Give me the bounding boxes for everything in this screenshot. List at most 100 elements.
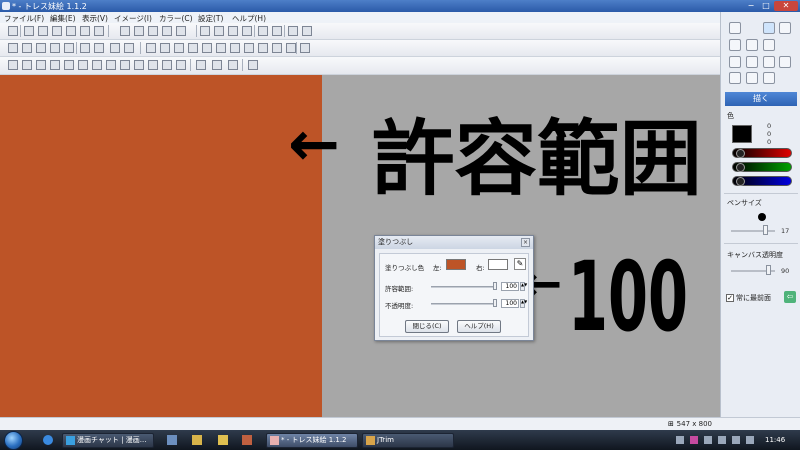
taskbar-item-jtrim[interactable]: JTrim [362, 433, 454, 448]
select-icon[interactable] [729, 56, 741, 68]
red-color-bar[interactable] [732, 148, 792, 158]
toolbar-button[interactable] [242, 26, 252, 36]
toolbar-button[interactable] [80, 43, 90, 53]
toolbar-button[interactable] [258, 43, 268, 53]
toolbar-button[interactable] [106, 60, 116, 70]
toolbar-button[interactable] [110, 43, 120, 53]
tray-icon-1[interactable] [676, 436, 684, 444]
paste-icon[interactable] [779, 56, 791, 68]
close-button[interactable]: ✕ [774, 1, 798, 11]
toolbar-button[interactable] [148, 26, 158, 36]
red-knob[interactable] [736, 149, 745, 158]
close-layer-icon[interactable] [763, 39, 775, 51]
toolbar-button[interactable] [160, 43, 170, 53]
toolbar-button[interactable] [216, 43, 226, 53]
right-color-swatch[interactable] [488, 259, 508, 270]
toolbar-button[interactable] [248, 60, 258, 70]
toolbar-button[interactable] [272, 43, 282, 53]
toolbar-button[interactable] [148, 60, 158, 70]
toolbar-button[interactable] [50, 43, 60, 53]
clear-icon[interactable] [746, 39, 758, 51]
toolbar-button[interactable] [78, 60, 88, 70]
toolbar-button[interactable] [302, 26, 312, 36]
folder-icon[interactable] [746, 72, 758, 84]
toolbar-button[interactable] [134, 26, 144, 36]
toolbar-button[interactable] [212, 60, 222, 70]
toolbar-button[interactable] [174, 43, 184, 53]
minimize-button[interactable]: − [744, 1, 758, 11]
pen-size-thumb[interactable] [763, 225, 768, 235]
toolbar-button[interactable] [8, 43, 18, 53]
toolbar-button[interactable] [258, 26, 268, 36]
canvas-area[interactable]: ← 許容範囲 ← 100 塗りつぶし × 塗りつぶし色 左: 右: ✎ 許容範囲… [0, 75, 720, 417]
current-color-swatch[interactable] [732, 125, 752, 143]
toolbar-button[interactable] [36, 60, 46, 70]
toolbar-button[interactable] [146, 43, 156, 53]
tolerance-spinner[interactable]: ▲▼ [520, 282, 527, 291]
dialog-help-button[interactable]: ヘルプ(H) [457, 320, 501, 333]
green-color-bar[interactable] [732, 162, 792, 172]
taskbar-item-chat[interactable]: 漫画チャット | 漫画... [62, 433, 154, 448]
toolbar-button[interactable] [300, 43, 310, 53]
quicklaunch-icon-4[interactable] [242, 435, 252, 445]
tray-icon-2[interactable] [690, 436, 698, 444]
quicklaunch-icon-1[interactable] [167, 435, 177, 445]
toolbar-button[interactable] [228, 60, 238, 70]
toolbar-button[interactable] [24, 26, 34, 36]
toolbar-button[interactable] [92, 60, 102, 70]
opacity-slider[interactable] [431, 303, 497, 305]
toolbar-button[interactable] [162, 26, 172, 36]
blue-color-bar[interactable] [732, 176, 792, 186]
tray-icon-6[interactable] [746, 436, 754, 444]
start-button[interactable] [4, 431, 23, 450]
copy-icon[interactable] [746, 56, 758, 68]
toolbar-button[interactable] [134, 60, 144, 70]
opacity-input[interactable]: 100 [501, 299, 519, 308]
blue-knob[interactable] [736, 177, 745, 186]
toolbar-button[interactable] [120, 26, 130, 36]
toolbar-button[interactable] [214, 26, 224, 36]
left-color-swatch[interactable] [446, 259, 466, 270]
arrow-left-green-icon[interactable]: ⇦ [784, 291, 796, 303]
scissors-icon[interactable] [763, 56, 775, 68]
toolbar-button[interactable] [162, 60, 172, 70]
toolbar-button[interactable] [124, 43, 134, 53]
toolbar-button[interactable] [94, 43, 104, 53]
eyedropper-icon[interactable]: ✎ [514, 258, 526, 270]
toolbar-button[interactable] [230, 43, 240, 53]
dialog-close-button[interactable]: 閉じる(C) [405, 320, 449, 333]
opacity-spinner[interactable]: ▲▼ [520, 299, 527, 308]
toolbar-button[interactable] [22, 60, 32, 70]
toolbar-button[interactable] [36, 43, 46, 53]
save-icon[interactable] [763, 72, 775, 84]
toolbar-button[interactable] [50, 60, 60, 70]
opacity-slider-thumb[interactable] [493, 299, 497, 307]
tolerance-slider[interactable] [431, 286, 497, 288]
pen-tool-icon[interactable] [729, 22, 741, 34]
network-icon[interactable] [718, 436, 726, 444]
undo-icon[interactable] [763, 22, 775, 34]
canvas-opacity-thumb[interactable] [766, 265, 771, 275]
draw-button[interactable]: 描く [725, 92, 797, 106]
eraser-icon[interactable] [729, 39, 741, 51]
tray-icon-3[interactable] [704, 436, 712, 444]
volume-icon[interactable] [732, 436, 740, 444]
toolbar-button[interactable] [94, 26, 104, 36]
redo-icon[interactable] [779, 22, 791, 34]
pen-size-slider[interactable] [731, 230, 775, 232]
toolbar-button[interactable] [288, 26, 298, 36]
toolbar-button[interactable] [176, 60, 186, 70]
toolbar-button[interactable] [202, 43, 212, 53]
toolbar-button[interactable] [64, 43, 74, 53]
toolbar-button[interactable] [8, 60, 18, 70]
taskbar-item-app[interactable]: * - トレス妹絵 1.1.2 [266, 433, 358, 448]
browser-icon[interactable] [43, 435, 53, 445]
toolbar-button[interactable] [38, 26, 48, 36]
toolbar-button[interactable] [176, 26, 186, 36]
dialog-close-icon[interactable]: × [521, 238, 530, 247]
folder-icon[interactable] [192, 435, 202, 445]
toolbar-button[interactable] [64, 60, 74, 70]
toolbar-button[interactable] [188, 43, 198, 53]
toolbar-button[interactable] [196, 60, 206, 70]
toolbar-button[interactable] [244, 43, 254, 53]
